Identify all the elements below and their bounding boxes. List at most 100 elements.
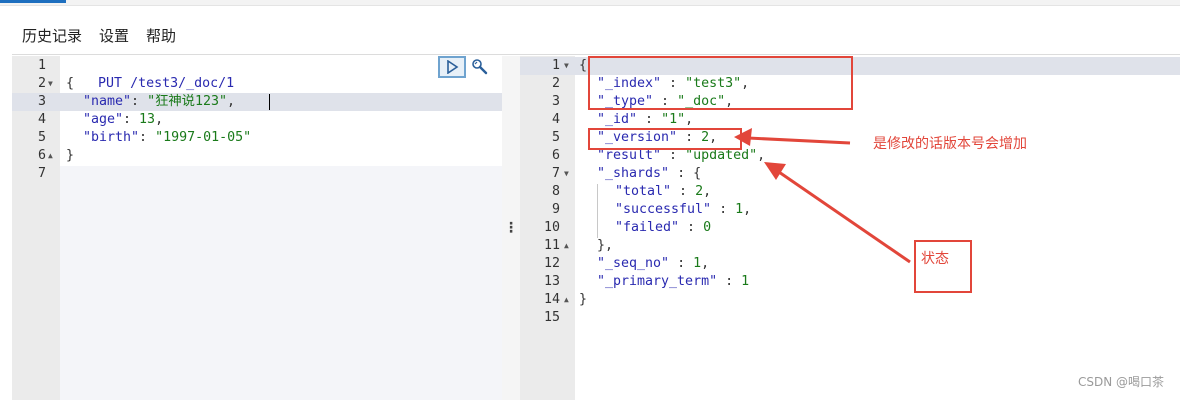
splitter-handle-icon[interactable]: ⋮ — [504, 220, 518, 236]
response-line-total: "total" : 2, — [615, 183, 711, 201]
line-number: 2 — [551, 76, 560, 91]
line-number: 10 — [543, 220, 560, 235]
json-value: 1 — [735, 202, 744, 217]
line-number: 3 — [37, 94, 46, 109]
request-line-birth: "birth": "1997-01-05" — [83, 129, 251, 147]
comma: , — [703, 184, 712, 199]
line-number: 4 — [551, 112, 560, 127]
line-number: 11 — [543, 238, 560, 253]
request-line-age: "age": 13, — [83, 111, 163, 129]
json-key: "birth" — [83, 130, 140, 145]
menu-settings[interactable]: 设置 — [99, 25, 129, 46]
line-number: 7 — [551, 166, 560, 181]
pane-splitter[interactable]: ⋮ — [502, 56, 520, 400]
play-icon — [447, 60, 459, 74]
line-number: 5 — [37, 130, 46, 145]
colon: : — [139, 130, 156, 145]
line-number: 1 — [551, 58, 560, 73]
wrench-icon — [472, 59, 488, 75]
menu-history[interactable]: 历史记录 — [22, 25, 82, 46]
line-number: 15 — [543, 310, 560, 325]
response-line-successful: "successful" : 1, — [615, 201, 751, 219]
line-number: 2 — [37, 76, 46, 91]
request-line-name: "name": "狂神说123", — [83, 93, 235, 111]
colon: : — [661, 148, 686, 163]
comma: , — [155, 112, 164, 127]
indent-guide — [597, 184, 598, 238]
fold-open-icon[interactable]: ▼ — [564, 57, 569, 75]
response-line-seq-no: "_seq_no" : 1, — [597, 255, 709, 273]
json-value: "1" — [661, 112, 686, 127]
fold-close-icon[interactable]: ▲ — [564, 237, 569, 255]
fold-open-icon[interactable]: ▼ — [564, 165, 569, 183]
response-line-primary-term: "_primary_term" : 1 — [597, 273, 749, 291]
line-number: 12 — [543, 256, 560, 271]
comma: , — [701, 256, 710, 271]
colon: : — [131, 94, 148, 109]
line-number: 13 — [543, 274, 560, 289]
comma: , — [685, 112, 694, 127]
menubar-divider — [12, 54, 1180, 55]
json-key: "age" — [83, 112, 124, 127]
request-url: /test3/_doc/1 — [130, 76, 235, 91]
colon: : — [123, 112, 140, 127]
request-editor[interactable]: 1 2 ▼ 3 4 5 6 ▲ 7 PUT /test3/_doc/1 { "n… — [12, 56, 502, 400]
json-value: "updated" — [685, 148, 758, 163]
fold-close-icon[interactable]: ▲ — [48, 147, 53, 165]
text-cursor — [269, 94, 270, 110]
menu-help[interactable]: 帮助 — [146, 25, 176, 46]
colon: : — [637, 112, 662, 127]
colon: : — [669, 256, 694, 271]
line-number: 6 — [551, 148, 560, 163]
json-key: "failed" — [615, 220, 680, 235]
json-key: "_seq_no" — [597, 256, 670, 271]
colon: : — [671, 184, 696, 199]
json-value: 2 — [695, 184, 704, 199]
menubar: 历史记录 设置 帮助 — [0, 22, 193, 48]
http-method: PUT — [98, 76, 123, 91]
request-close-brace: } — [66, 148, 75, 163]
colon: : — [717, 274, 742, 289]
line-number: 9 — [551, 202, 560, 217]
top-tab-strip — [0, 0, 1180, 6]
json-key: "total" — [615, 184, 672, 199]
json-key: "_primary_term" — [597, 274, 718, 289]
response-line-failed: "failed" : 0 — [615, 219, 711, 237]
colon: : — [711, 202, 736, 217]
annotation-status-note: 状态 — [921, 251, 949, 267]
line-number: 8 — [551, 184, 560, 199]
line-number: 7 — [37, 166, 46, 181]
line-number: 4 — [37, 112, 46, 127]
json-brace: { — [693, 166, 702, 181]
line-number: 14 — [543, 292, 560, 307]
json-value: "狂神说123" — [147, 94, 227, 109]
comma: , — [226, 94, 235, 109]
json-key: "_shards" — [597, 166, 670, 181]
annotation-box-index-type — [588, 56, 853, 110]
json-value: 13 — [139, 112, 156, 127]
response-line-shards: "_shards" : { — [597, 165, 701, 183]
response-shards-close: }, — [597, 238, 614, 253]
json-key: "name" — [83, 94, 132, 109]
json-value: 1 — [693, 256, 702, 271]
json-value: 1 — [741, 274, 750, 289]
json-key: "result" — [597, 148, 662, 163]
response-close-brace: } — [579, 292, 588, 307]
comma: , — [757, 148, 766, 163]
colon: : — [679, 220, 704, 235]
json-key: "successful" — [615, 202, 712, 217]
json-key: "_id" — [597, 112, 638, 127]
line-number: 6 — [37, 148, 46, 163]
request-line-1: PUT /test3/_doc/1 — [66, 57, 234, 91]
fold-close-icon[interactable]: ▲ — [564, 291, 569, 309]
line-number: 3 — [551, 94, 560, 109]
active-tab-indicator — [0, 0, 66, 3]
response-line-id: "_id" : "1", — [597, 111, 693, 129]
response-open-brace: { — [579, 58, 588, 73]
request-open-brace: { — [66, 76, 75, 91]
annotation-version-note: 是修改的话版本号会增加 — [873, 136, 1027, 152]
request-settings-button[interactable] — [466, 56, 494, 78]
fold-open-icon[interactable]: ▼ — [48, 75, 53, 93]
json-value: "1997-01-05" — [155, 130, 252, 145]
run-request-button[interactable] — [438, 56, 466, 78]
